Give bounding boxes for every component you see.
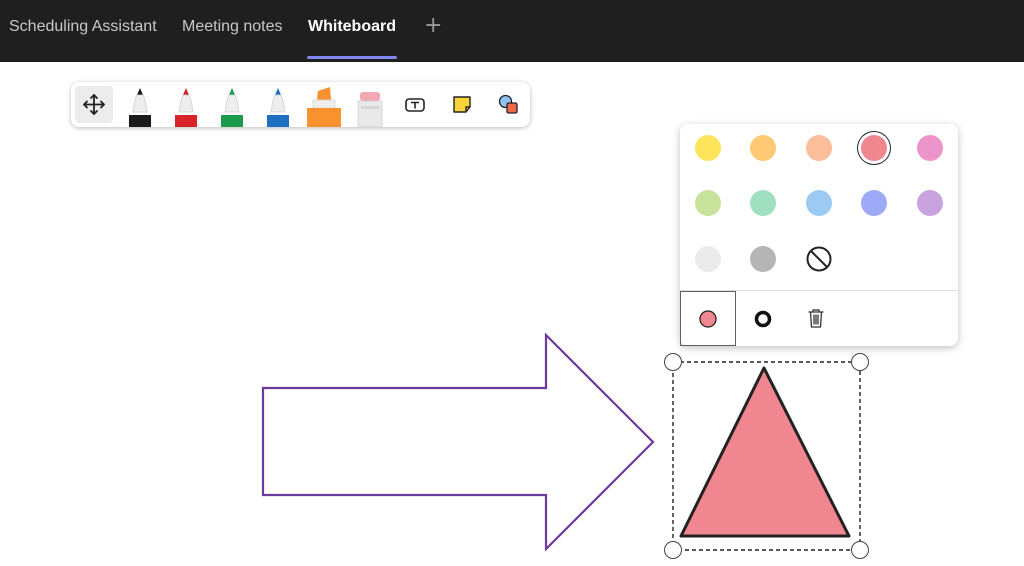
triangle-shape[interactable] bbox=[679, 366, 851, 538]
color-swatch-pink-selected[interactable] bbox=[861, 135, 887, 161]
color-swatch-light-gray[interactable] bbox=[695, 246, 721, 272]
color-swatch-light-orange[interactable] bbox=[750, 135, 776, 161]
eraser-icon bbox=[357, 92, 383, 127]
red-pen-button[interactable] bbox=[172, 82, 200, 127]
green-pen-icon bbox=[221, 88, 243, 127]
color-swatch-yellow[interactable] bbox=[695, 135, 721, 161]
resize-handle-top-right[interactable] bbox=[851, 353, 869, 371]
text-tool-button[interactable] bbox=[402, 82, 428, 127]
color-swatch-lavender[interactable] bbox=[917, 190, 943, 216]
highlighter-icon bbox=[307, 87, 341, 127]
move-arrows-icon bbox=[83, 94, 105, 115]
meeting-tab-bar: Scheduling Assistant Meeting notes White… bbox=[0, 0, 1024, 62]
delete-shape-button[interactable] bbox=[792, 291, 848, 346]
add-tab-icon[interactable]: + bbox=[424, 14, 442, 38]
active-tab-indicator bbox=[307, 56, 397, 59]
move-tool-button[interactable] bbox=[75, 86, 113, 123]
whiteboard-toolbar bbox=[71, 82, 530, 127]
highlighter-button[interactable] bbox=[305, 82, 343, 127]
fill-color-button[interactable] bbox=[680, 291, 736, 346]
resize-handle-bottom-right[interactable] bbox=[851, 541, 869, 559]
sticky-note-icon bbox=[453, 96, 471, 113]
tab-meeting-notes[interactable]: Meeting notes bbox=[182, 18, 283, 36]
color-swatch-periwinkle[interactable] bbox=[861, 190, 887, 216]
green-pen-button[interactable] bbox=[218, 82, 246, 127]
no-color-icon bbox=[806, 246, 832, 272]
tab-whiteboard[interactable]: Whiteboard bbox=[308, 18, 396, 36]
shapes-button[interactable] bbox=[495, 82, 521, 127]
trash-icon bbox=[808, 309, 824, 328]
color-swatch-light-blue[interactable] bbox=[806, 190, 832, 216]
resize-handle-top-left[interactable] bbox=[664, 353, 682, 371]
red-pen-icon bbox=[175, 88, 197, 127]
arrow-shape[interactable] bbox=[261, 332, 655, 552]
shapes-icon bbox=[498, 94, 518, 114]
fill-dot-icon bbox=[699, 310, 717, 328]
color-swatch-magenta[interactable] bbox=[917, 135, 943, 161]
selection-box bbox=[672, 361, 861, 551]
color-picker-popup bbox=[680, 124, 958, 346]
blue-pen-button[interactable] bbox=[264, 82, 292, 127]
stroke-ring-icon bbox=[754, 310, 772, 328]
color-swatch-light-green[interactable] bbox=[695, 190, 721, 216]
stroke-color-button[interactable] bbox=[736, 291, 792, 346]
black-pen-button[interactable] bbox=[126, 82, 154, 127]
eraser-button[interactable] bbox=[355, 82, 385, 127]
black-pen-icon bbox=[129, 88, 151, 127]
blue-pen-icon bbox=[267, 88, 289, 127]
resize-handle-bottom-left[interactable] bbox=[664, 541, 682, 559]
sticky-note-button[interactable] bbox=[449, 82, 475, 127]
color-swatch-gray[interactable] bbox=[750, 246, 776, 272]
color-swatch-peach[interactable] bbox=[806, 135, 832, 161]
no-color-button[interactable] bbox=[806, 246, 832, 272]
text-box-icon bbox=[405, 98, 425, 112]
color-swatch-mint[interactable] bbox=[750, 190, 776, 216]
tab-scheduling-assistant[interactable]: Scheduling Assistant bbox=[9, 18, 157, 36]
